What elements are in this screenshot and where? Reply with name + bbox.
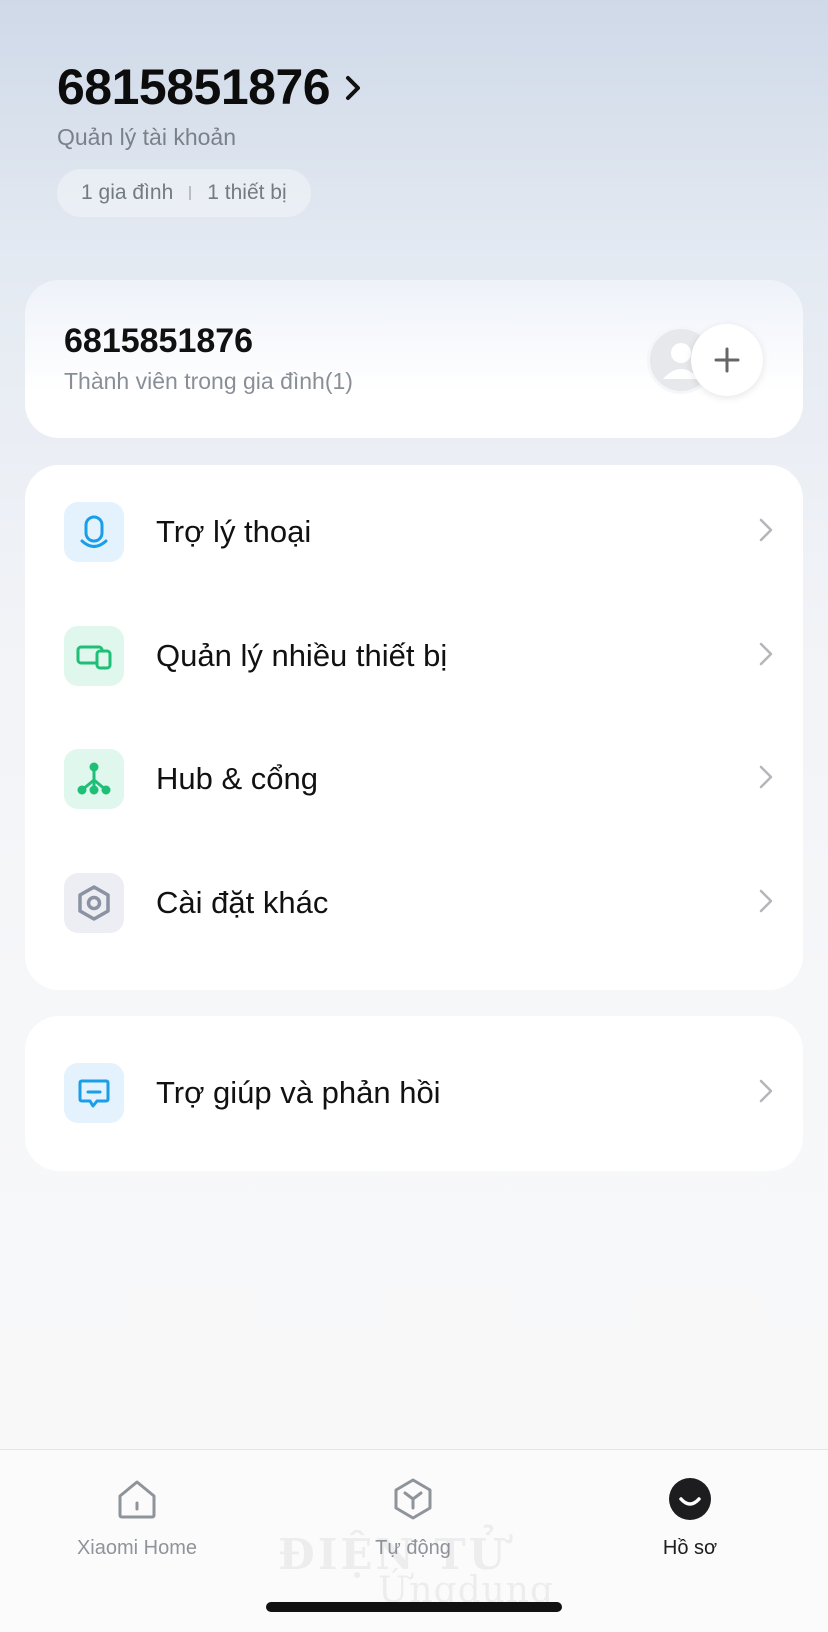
chevron-right-icon	[759, 1079, 773, 1108]
multi-device-icon	[64, 626, 124, 686]
home-icon	[37, 1475, 237, 1523]
menu-item-hub-gateway[interactable]: Hub & cổng	[25, 724, 803, 834]
account-header: 6815851876 Quản lý tài khoản 1 gia đình …	[57, 58, 362, 217]
family-members-label: Thành viên trong gia đình(1)	[64, 368, 353, 394]
profile-icon	[590, 1475, 790, 1523]
menu-item-multi-device[interactable]: Quản lý nhiều thiết bị	[25, 601, 803, 711]
homes-count: 1 gia đình	[81, 181, 174, 204]
chevron-right-icon	[759, 518, 773, 547]
chevron-right-icon	[344, 74, 362, 107]
tab-xiaomi-home[interactable]: Xiaomi Home	[37, 1475, 237, 1560]
menu-item-other-settings[interactable]: Cài đặt khác	[25, 848, 803, 958]
stats-pill[interactable]: 1 gia đình 1 thiết bị	[57, 169, 311, 217]
chevron-right-icon	[759, 642, 773, 671]
menu-label-other-settings: Cài đặt khác	[156, 885, 329, 920]
automation-icon	[313, 1475, 513, 1523]
menu-label-hub-gateway: Hub & cổng	[156, 761, 318, 796]
add-member-button[interactable]	[691, 324, 763, 396]
feedback-icon	[64, 1063, 124, 1123]
pill-divider	[189, 186, 192, 200]
plus-icon	[714, 347, 740, 373]
menu-label-multi-device: Quản lý nhiều thiết bị	[156, 638, 448, 673]
voice-assistant-icon	[64, 502, 124, 562]
tab-label-profile: Hồ sơ	[662, 1537, 718, 1559]
tab-profile[interactable]: Hồ sơ	[590, 1475, 790, 1560]
account-id: 6815851876	[57, 59, 331, 115]
settings-hex-icon	[64, 873, 124, 933]
home-indicator[interactable]	[266, 1602, 562, 1612]
hub-icon	[64, 749, 124, 809]
chevron-right-icon	[759, 889, 773, 918]
help-card: Trợ giúp và phản hồi	[25, 1016, 803, 1171]
devices-count: 1 thiết bị	[207, 181, 287, 204]
account-title-row[interactable]: 6815851876	[57, 58, 362, 116]
menu-item-help-feedback[interactable]: Trợ giúp và phản hồi	[25, 1038, 803, 1148]
menu-item-voice-assistant[interactable]: Trợ lý thoại	[25, 477, 803, 587]
family-name: 6815851876	[64, 322, 254, 360]
family-card[interactable]: 6815851876 Thành viên trong gia đình(1)	[25, 280, 803, 438]
tab-label-xiaomi-home: Xiaomi Home	[76, 1537, 198, 1559]
settings-menu-card: Trợ lý thoại Quản lý nhiều thiết bị Hub …	[25, 465, 803, 990]
chevron-right-icon	[759, 765, 773, 794]
menu-label-help-feedback: Trợ giúp và phản hồi	[156, 1075, 441, 1110]
account-subtitle: Quản lý tài khoản	[57, 124, 237, 150]
menu-label-voice-assistant: Trợ lý thoại	[156, 514, 312, 549]
